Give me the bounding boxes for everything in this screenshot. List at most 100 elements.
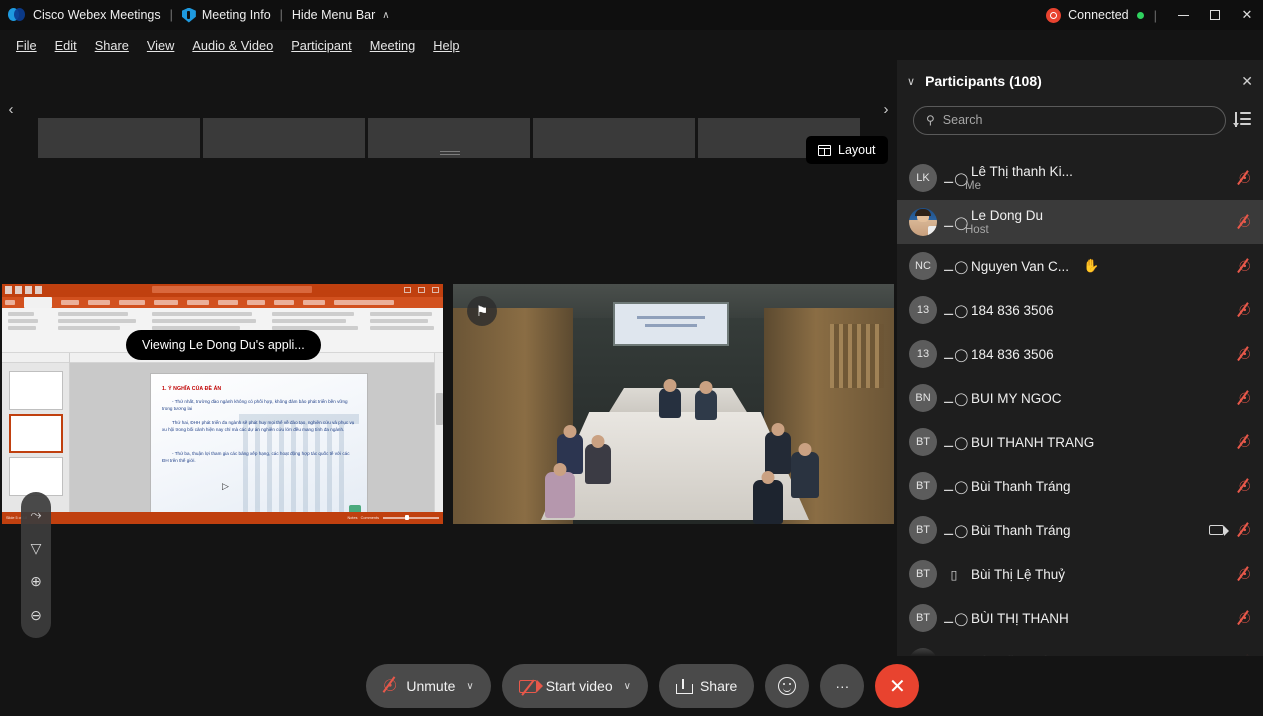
camera-on-icon[interactable] bbox=[1209, 525, 1230, 536]
minimize-button[interactable] bbox=[1167, 0, 1199, 30]
close-panel-icon[interactable]: ✕ bbox=[1241, 73, 1253, 90]
search-input[interactable] bbox=[942, 113, 1213, 127]
menu-audio-video-label: Audio & Video bbox=[192, 37, 274, 53]
unmute-label: Unmute bbox=[406, 678, 456, 694]
mic-muted-icon[interactable]: ☉ bbox=[1237, 214, 1251, 231]
ppt-vertical-scrollbar[interactable] bbox=[434, 353, 443, 512]
mic-muted-icon[interactable]: ☉ bbox=[1237, 302, 1251, 319]
participant-row[interactable]: BT ⚊◯ BUI THANH TRANG ☉ bbox=[897, 420, 1263, 464]
avatar-initials: BT bbox=[915, 524, 931, 536]
mic-muted-icon[interactable]: ☉ bbox=[1237, 522, 1251, 539]
meeting-info-label: Meeting Info bbox=[201, 8, 271, 22]
chevron-down-icon[interactable]: ∨ bbox=[624, 681, 631, 692]
mic-muted-icon[interactable]: ☉ bbox=[1237, 170, 1251, 187]
ppt-slide-canvas[interactable]: 1. Ý NGHĨA CỦA ĐỀ ÁN - Thứ nhất, trường … bbox=[70, 353, 443, 523]
ppt-ribbon-tabs bbox=[2, 297, 443, 308]
laser-pointer-icon[interactable]: ▽ bbox=[25, 537, 47, 559]
avatar-initials: BN bbox=[915, 392, 931, 404]
menu-participant[interactable]: Participant bbox=[282, 35, 360, 56]
menu-share[interactable]: Share bbox=[86, 35, 138, 56]
pin-video-button[interactable]: ⚑ bbox=[467, 296, 497, 326]
avatar: BT bbox=[909, 428, 937, 456]
participant-row[interactable]: BT ⚊◯ BÙI THỊ THANH ☉ bbox=[897, 596, 1263, 640]
menu-meeting[interactable]: Meeting bbox=[361, 35, 425, 56]
avatar: ▲ bbox=[909, 208, 937, 236]
menu-audio-video[interactable]: Audio & Video bbox=[183, 35, 282, 56]
headset-icon: ⚊◯ bbox=[943, 171, 969, 186]
webex-logo-icon bbox=[8, 8, 26, 22]
viewing-banner: Viewing Le Dong Du's appli... bbox=[126, 330, 321, 360]
close-window-button[interactable]: ✕ bbox=[1231, 0, 1263, 30]
start-video-label: Start video bbox=[545, 678, 613, 694]
mic-muted-icon[interactable]: ☉ bbox=[1237, 566, 1251, 583]
slide-heading: 1. Ý NGHĨA CỦA ĐỀ ÁN bbox=[162, 386, 222, 392]
headset-icon: ⚊◯ bbox=[943, 347, 969, 362]
zoom-in-icon[interactable]: ⊕ bbox=[25, 571, 47, 593]
avatar-initials: LK bbox=[916, 172, 930, 184]
participants-panel: ∨ Participants (108) ✕ ⚲ LK ⚊◯ Lê Thị th… bbox=[897, 60, 1263, 656]
participant-row[interactable]: BT ▯ Bùi Thị Lệ Thuỷ ☉ bbox=[897, 552, 1263, 596]
shared-content-tile[interactable]: Viewing Le Dong Du's appli... 1. Ý NGHĨA… bbox=[2, 158, 443, 655]
participant-role: Me bbox=[965, 180, 981, 192]
participant-name: Bùi Thanh Tráng bbox=[971, 478, 1071, 494]
menu-view[interactable]: View bbox=[138, 35, 184, 56]
headset-icon: ⚊◯ bbox=[943, 259, 969, 274]
avatar-initials: NC bbox=[915, 260, 931, 272]
connection-status-label: Connected bbox=[1068, 8, 1129, 22]
avatar: BN bbox=[909, 384, 937, 412]
avatar-initials: BT bbox=[915, 612, 931, 624]
meeting-info-button[interactable]: Meeting Info bbox=[181, 7, 271, 23]
mic-muted-icon[interactable]: ☉ bbox=[1237, 346, 1251, 363]
mic-muted-icon[interactable]: ☉ bbox=[1237, 610, 1251, 627]
menu-file[interactable]: File bbox=[7, 35, 46, 56]
sort-participants-icon[interactable] bbox=[1233, 112, 1253, 128]
slide-paragraph-2: Thứ hai, ĐHH phát triển đa ngành sẽ phát… bbox=[162, 420, 355, 433]
shield-info-icon bbox=[181, 7, 196, 23]
participant-row[interactable]: BT ⚊◯ Bùi Thanh Tráng ☉ bbox=[897, 464, 1263, 508]
ppt-zoom-slider[interactable] bbox=[383, 515, 439, 520]
list-fade-overlay bbox=[897, 642, 1263, 656]
conference-room-video-tile[interactable]: ⚑ bbox=[453, 284, 894, 524]
avatar-initials: BT bbox=[915, 436, 931, 448]
menu-help[interactable]: Help bbox=[424, 35, 468, 56]
ellipsis-icon: ··· bbox=[835, 678, 850, 694]
slide-paragraph-3: - Thứ ba, thuận lợi tham gia các bảng xế… bbox=[162, 451, 350, 464]
participant-row[interactable]: NC ⚊◯ Nguyen Van C... ✋ ☉ bbox=[897, 244, 1263, 288]
layout-button[interactable]: Layout bbox=[806, 136, 888, 164]
participant-row[interactable]: 13 ⚊◯ 184 836 3506 ☉ bbox=[897, 288, 1263, 332]
participant-row[interactable]: 13 ⚊◯ 184 836 3506 ☉ bbox=[897, 332, 1263, 376]
participants-list[interactable]: LK ⚊◯ Lê Thị thanh Ki... Me ☉ ▲ ⚊◯ Le Do… bbox=[897, 156, 1263, 656]
more-options-button[interactable]: ··· bbox=[820, 664, 865, 708]
unmute-button[interactable]: ☉ Unmute ∨ bbox=[366, 664, 491, 708]
share-button[interactable]: Share bbox=[658, 664, 755, 708]
participant-row[interactable]: BN ⚊◯ BUI MY NGOC ☉ bbox=[897, 376, 1263, 420]
menu-edit[interactable]: Edit bbox=[46, 35, 86, 56]
hide-menu-bar-button[interactable]: Hide Menu Bar ∧ bbox=[292, 8, 390, 22]
filmstrip-resize-grip[interactable] bbox=[440, 151, 460, 156]
participant-row[interactable]: ▲ ⚊◯ Le Dong Du Host ☉ bbox=[897, 200, 1263, 244]
annotate-pen-icon[interactable]: ⤳ bbox=[25, 504, 47, 526]
filmstrip-prev-button[interactable]: ‹ bbox=[0, 60, 22, 158]
zoom-out-icon[interactable]: ⊖ bbox=[25, 604, 47, 626]
ppt-slide-thumbnails[interactable] bbox=[2, 353, 70, 512]
participant-name: Lê Thị thanh Ki... bbox=[971, 164, 1073, 179]
participant-name: Nguyen Van C... bbox=[971, 258, 1070, 274]
menu-help-label: Help bbox=[433, 37, 460, 53]
mic-muted-icon[interactable]: ☉ bbox=[1237, 434, 1251, 451]
headset-icon: ⚊◯ bbox=[943, 303, 969, 318]
webex-meeting-window: Cisco Webex Meetings | Meeting Info | Hi… bbox=[0, 0, 1263, 716]
chevron-down-icon[interactable]: ∨ bbox=[466, 681, 473, 692]
reactions-button[interactable] bbox=[765, 664, 810, 708]
leave-meeting-button[interactable]: ✕ bbox=[875, 664, 920, 708]
participant-row[interactable]: LK ⚊◯ Lê Thị thanh Ki... Me ☉ bbox=[897, 156, 1263, 200]
search-box[interactable]: ⚲ bbox=[913, 105, 1226, 135]
start-video-button[interactable]: Start video ∨ bbox=[501, 664, 648, 708]
collapse-panel-icon[interactable]: ∨ bbox=[907, 75, 915, 88]
mic-muted-icon[interactable]: ☉ bbox=[1237, 258, 1251, 275]
menu-view-label: View bbox=[146, 37, 175, 53]
maximize-button[interactable] bbox=[1199, 0, 1231, 30]
mic-muted-icon[interactable]: ☉ bbox=[1237, 390, 1251, 407]
participant-row[interactable]: BT ⚊◯ Bùi Thanh Tráng ☉ bbox=[897, 508, 1263, 552]
mic-muted-icon[interactable]: ☉ bbox=[1237, 478, 1251, 495]
headset-icon: ⚊◯ bbox=[943, 215, 969, 230]
